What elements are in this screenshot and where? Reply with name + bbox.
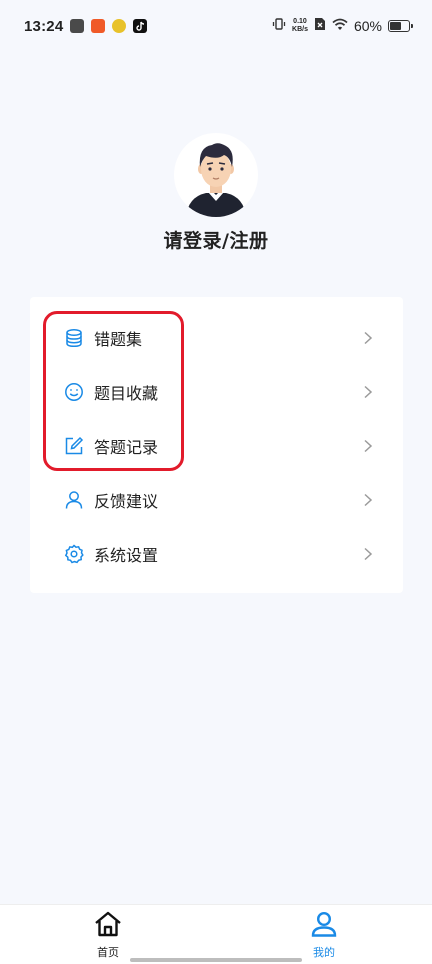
gear-icon xyxy=(63,543,85,565)
user-icon xyxy=(310,911,338,941)
net-speed: 0.10 KB/s xyxy=(292,18,308,34)
avatar-illustration xyxy=(186,143,246,217)
tab-profile-label: 我的 xyxy=(313,946,335,959)
battery-fill xyxy=(390,22,401,30)
menu-item-label: 反馈建议 xyxy=(94,492,159,511)
menu-item-answer-records[interactable]: 答题记录 xyxy=(30,419,403,473)
chevron-right-icon xyxy=(363,331,375,345)
menu-item-wrong-questions[interactable]: 错题集 xyxy=(30,311,403,365)
net-speed-value: 0.10 xyxy=(293,18,307,25)
chevron-right-icon xyxy=(363,493,375,507)
status-left: 13:24 xyxy=(24,17,148,35)
chevron-right-icon xyxy=(363,385,375,399)
status-time: 13:24 xyxy=(24,17,64,35)
menu-item-label: 系统设置 xyxy=(94,546,159,565)
net-speed-unit: KB/s xyxy=(292,26,308,33)
status-bar: 13:24 0.10 KB/s 60% xyxy=(0,0,432,52)
chevron-right-icon xyxy=(363,547,375,561)
menu-item-label: 答题记录 xyxy=(94,438,159,457)
battery-percent: 60% xyxy=(353,18,382,34)
game-notification-icon xyxy=(112,19,127,33)
chevron-right-icon xyxy=(363,439,375,453)
tab-home-label: 首页 xyxy=(97,946,119,959)
app-notification-icon xyxy=(91,19,106,33)
mail-notification-icon xyxy=(70,19,85,33)
menu-item-favorites[interactable]: 题目收藏 xyxy=(30,365,403,419)
user-icon xyxy=(63,489,85,511)
menu-card: 错题集 题目收藏 答题记录 反馈建议 系统设置 xyxy=(30,297,403,593)
home-icon xyxy=(94,911,122,941)
tiktok-notification-icon xyxy=(133,19,148,33)
login-register-link[interactable]: 请登录/注册 xyxy=(0,226,432,253)
battery-icon xyxy=(388,20,413,32)
database-icon xyxy=(63,327,85,349)
tab-home[interactable]: 首页 xyxy=(78,911,138,963)
no-sim-icon xyxy=(314,17,326,35)
menu-item-label: 错题集 xyxy=(94,330,143,349)
tab-bar: 首页 我的 xyxy=(0,904,432,964)
wifi-icon xyxy=(332,18,348,35)
avatar[interactable] xyxy=(174,133,258,217)
menu-item-settings[interactable]: 系统设置 xyxy=(30,527,403,581)
tab-profile[interactable]: 我的 xyxy=(294,911,354,963)
menu-item-label: 题目收藏 xyxy=(94,384,159,403)
edit-icon xyxy=(63,435,85,457)
menu-item-feedback[interactable]: 反馈建议 xyxy=(30,473,403,527)
vibrate-icon xyxy=(272,17,286,35)
home-indicator xyxy=(130,958,302,962)
smiley-icon xyxy=(63,381,85,403)
status-right: 0.10 KB/s 60% xyxy=(272,17,413,35)
